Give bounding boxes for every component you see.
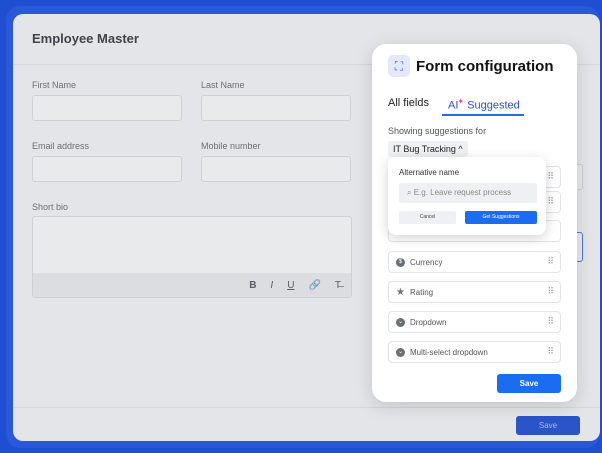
underline-icon[interactable]: U: [287, 280, 294, 291]
link-icon[interactable]: 🔗: [308, 280, 320, 291]
field-label: Multi-select dropdown: [410, 347, 488, 357]
showing-label: Showing suggestions for: [388, 126, 487, 136]
field-row-dropdown[interactable]: ⌄ Dropdown ⠿: [388, 311, 561, 333]
multiselect-icon: ⌄: [396, 347, 405, 357]
chevron-up-icon: ^: [458, 144, 463, 154]
tab-all-fields[interactable]: All fields: [388, 97, 429, 109]
mobile-input[interactable]: [201, 156, 351, 182]
drag-handle-icon[interactable]: ⠿: [547, 171, 554, 182]
drag-handle-icon[interactable]: ⠿: [547, 286, 554, 297]
field-row-rating[interactable]: ★ Rating ⠿: [388, 281, 561, 303]
drag-handle-icon[interactable]: ⠿: [547, 196, 554, 207]
alternative-name-label: Alternative name: [399, 168, 460, 177]
bold-icon[interactable]: B: [249, 280, 256, 291]
currency-icon: $: [396, 257, 405, 267]
active-tab-indicator: [442, 114, 524, 116]
star-icon: ★: [396, 286, 405, 298]
first-name-label: First Name: [32, 80, 77, 90]
italic-icon[interactable]: I: [270, 280, 273, 291]
dropdown-icon: ⌄: [396, 317, 405, 327]
save-button[interactable]: Save: [497, 374, 561, 393]
field-label: Dropdown: [410, 317, 447, 327]
field-row-currency[interactable]: $ Currency ⠿: [388, 251, 561, 273]
tab-suggested[interactable]: AI✦ Suggested: [448, 97, 520, 112]
input-placeholder: E.g. Leave request process: [413, 188, 512, 197]
clear-format-icon[interactable]: T̶: [335, 280, 341, 291]
short-bio-label: Short bio: [32, 202, 69, 212]
drag-handle-icon[interactable]: ⠿: [547, 346, 554, 357]
get-suggestions-button[interactable]: Get Suggestions: [465, 211, 537, 224]
short-bio-textarea[interactable]: B I U 🔗 T̶: [32, 216, 352, 298]
tab-suggested-label: Suggested: [467, 99, 520, 112]
footer-divider: [13, 407, 600, 408]
category-dropdown[interactable]: IT Bug Tracking ^: [388, 141, 468, 157]
field-row-multiselect[interactable]: ⌄ Multi-select dropdown ⠿: [388, 341, 561, 363]
modal-title: Form configuration: [416, 58, 554, 75]
cancel-button[interactable]: Cancel: [399, 211, 456, 224]
field-label: Currency: [410, 257, 443, 267]
search-icon: ⌕: [407, 188, 414, 197]
background-save-button[interactable]: Save: [516, 416, 580, 435]
last-name-label: Last Name: [201, 80, 245, 90]
email-input[interactable]: [32, 156, 182, 182]
category-label: IT Bug Tracking: [393, 144, 456, 154]
email-label: Email address: [32, 141, 90, 151]
mobile-label: Mobile number: [201, 141, 261, 151]
alternative-name-popover: Alternative name ⌕ E.g. Leave request pr…: [388, 157, 546, 235]
drag-handle-icon[interactable]: ⠿: [547, 316, 554, 327]
rich-text-toolbar: B I U 🔗 T̶: [33, 273, 351, 297]
alternative-name-input[interactable]: ⌕ E.g. Leave request process: [399, 183, 537, 203]
grid-icon: ⛶: [388, 55, 410, 77]
first-name-input[interactable]: [32, 95, 182, 121]
page-title: Employee Master: [32, 31, 139, 46]
field-label: Rating: [410, 287, 434, 297]
sparkle-icon: ✦: [457, 97, 465, 106]
drag-handle-icon[interactable]: ⠿: [547, 256, 554, 267]
last-name-input[interactable]: [201, 95, 351, 121]
